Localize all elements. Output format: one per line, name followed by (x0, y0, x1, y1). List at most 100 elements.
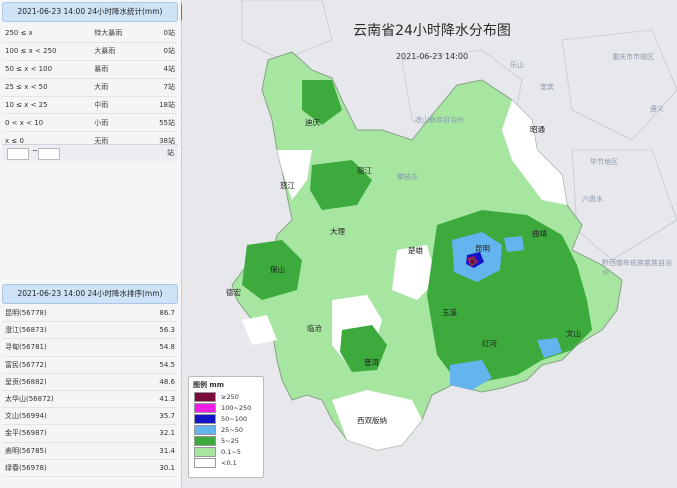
place-label: 楚雄 (408, 246, 423, 255)
level-cell: 大雨 (91, 78, 144, 97)
station-cell: 绿春(56978) (2, 459, 129, 477)
stats-row: 10 ≤ x < 25 中雨 18站 (2, 96, 178, 115)
place-label: 怒江 (280, 181, 295, 190)
count-cell[interactable]: 7站 (143, 78, 178, 97)
ranking-header[interactable]: 2021-06-23 14:00 24小时降水排序(mm) (2, 284, 178, 304)
capital-marker-icon[interactable] (469, 258, 476, 265)
value-cell: 54.5 (128, 356, 178, 374)
count-cell[interactable]: 55站 (143, 113, 178, 133)
station-cell: 富民(56772) (2, 356, 129, 374)
stats-row: 0 < x < 10 小雨 55站 (2, 113, 178, 133)
legend-item: 5~25 (194, 436, 263, 447)
legend-swatch (194, 447, 216, 457)
place-label: 大理 (330, 227, 345, 236)
value-cell: 31.4 (128, 442, 178, 460)
range-cell: 50 ≤ x < 100 (2, 60, 92, 79)
place-label: 文山 (566, 329, 581, 338)
value-cell: 48.6 (128, 373, 178, 391)
count-cell[interactable]: 4站 (143, 60, 178, 79)
count-cell[interactable]: 18站 (143, 96, 178, 115)
legend-label: 25~50 (221, 426, 243, 434)
level-cell: 特大暴雨 (91, 25, 144, 43)
count-cell[interactable]: 0站 (143, 42, 178, 61)
filter-min-input[interactable] (7, 148, 29, 160)
range-cell: 10 ≤ x < 25 (2, 96, 92, 115)
neighbor-label: 攀枝花 (397, 173, 418, 181)
value-cell: 86.7 (128, 305, 178, 323)
neighbor-label: 遵义 (650, 105, 664, 113)
station-cell: 呈贡(56882) (2, 373, 129, 391)
level-cell: 小雨 (91, 113, 144, 133)
place-label: 保山 (270, 265, 285, 274)
ranking-row[interactable]: 绿春(56978) 30.1 (2, 459, 178, 477)
place-label: 迪庆 (305, 118, 320, 127)
neighbor-label: 六盘水 (582, 195, 603, 203)
range-cell: 250 ≤ x (2, 25, 92, 43)
legend-swatch (194, 436, 216, 446)
ranking-table: 昆明(56778) 86.7 澄江(56873) 56.3 寻甸(56781) 54.8 富… (2, 305, 178, 477)
place-label: 昭通 (530, 125, 545, 134)
ranking-row[interactable]: 寻甸(56781) 54.8 (2, 338, 178, 357)
stats-table: 250 ≤ x 特大暴雨 0站 100 ≤ x < 250 大暴雨 0站 50 ≤ x < … (2, 25, 178, 151)
legend-swatch (194, 425, 216, 435)
range-cell: 100 ≤ x < 250 (2, 42, 92, 61)
legend-label: 100~250 (221, 404, 252, 412)
ranking-row[interactable]: 文山(56994) 35.7 (2, 407, 178, 426)
filter-unit: 站 (167, 149, 174, 157)
station-cell: 太华山(56872) (2, 390, 129, 409)
value-cell: 30.1 (128, 459, 178, 477)
legend-item: <0.1 (194, 458, 263, 469)
place-label: 红河 (482, 339, 497, 348)
legend-item: 100~250 (194, 403, 263, 414)
filter-max-input[interactable] (38, 148, 60, 160)
value-cell: 54.8 (128, 338, 178, 357)
neighbor-label: 毕节地区 (590, 158, 618, 166)
stats-row: 100 ≤ x < 250 大暴雨 0站 (2, 42, 178, 61)
station-cell: 昆明(56778) (2, 305, 129, 323)
ranking-row[interactable]: 金平(56987) 32.1 (2, 424, 178, 443)
legend-swatch (194, 403, 216, 413)
map-area[interactable]: 云南省24小时降水分布图 2021-06-23 14:00 凉山彝族自治州 宜宾… (182, 0, 677, 488)
value-cell: 32.1 (128, 424, 178, 443)
ranking-row[interactable]: 昆明(56778) 86.7 (2, 305, 178, 323)
filter-row: ~ 站 (2, 144, 178, 161)
place-label: 临沧 (307, 324, 322, 333)
stats-header[interactable]: 2021-06-23 14:00 24小时降水统计(mm) ◀ (2, 2, 190, 22)
range-cell: 0 < x < 10 (2, 113, 92, 133)
ranking-row[interactable]: 呈贡(56882) 48.6 (2, 373, 178, 391)
ranking-title: 2021-06-23 14:00 24小时降水排序(mm) (17, 289, 163, 298)
neighbor-label: 乐山 (510, 61, 524, 69)
ranking-row[interactable]: 富民(56772) 54.5 (2, 356, 178, 374)
legend-item: 0.1~5 (194, 447, 263, 458)
place-label: 昆明 (475, 244, 490, 253)
neighbor-label: 重庆市市辖区 (612, 53, 654, 61)
stats-title: 2021-06-23 14:00 24小时降水统计(mm) (17, 7, 163, 16)
neighbor-label: 凉山彝族自治州 (415, 116, 464, 124)
ranking-row[interactable]: 嵩明(56785) 31.4 (2, 442, 178, 460)
legend-label: 0.1~5 (221, 448, 241, 456)
legend-label: 50~100 (221, 415, 248, 423)
left-panel: 2021-06-23 14:00 24小时降水统计(mm) ◀ 250 ≤ x特… (0, 0, 190, 488)
filter-separator: ~ (32, 147, 38, 155)
legend-label: <0.1 (221, 459, 237, 467)
legend-item: 50~100 (194, 414, 263, 425)
place-label: 西双版纳 (357, 416, 387, 425)
legend-label: 5~25 (221, 437, 239, 445)
level-cell: 大暴雨 (91, 42, 144, 61)
station-cell: 寻甸(56781) (2, 338, 129, 357)
ranking-row[interactable]: 澄江(56873) 56.3 (2, 321, 178, 340)
stats-row: 250 ≤ x 特大暴雨 0站 (2, 25, 178, 43)
legend-swatch (194, 414, 216, 424)
level-cell: 暴雨 (91, 60, 144, 79)
ranking-row[interactable]: 太华山(56872) 41.3 (2, 390, 178, 409)
value-cell: 56.3 (128, 321, 178, 340)
legend-swatch (194, 392, 216, 402)
station-cell: 金平(56987) (2, 424, 129, 443)
legend-item: 25~50 (194, 425, 263, 436)
count-cell[interactable]: 0站 (143, 25, 178, 43)
place-label: 德宏 (226, 288, 241, 297)
place-label: 曲靖 (532, 229, 547, 238)
legend-title: 图例 mm (193, 381, 225, 389)
station-cell: 澄江(56873) (2, 321, 129, 340)
station-cell: 嵩明(56785) (2, 442, 129, 460)
